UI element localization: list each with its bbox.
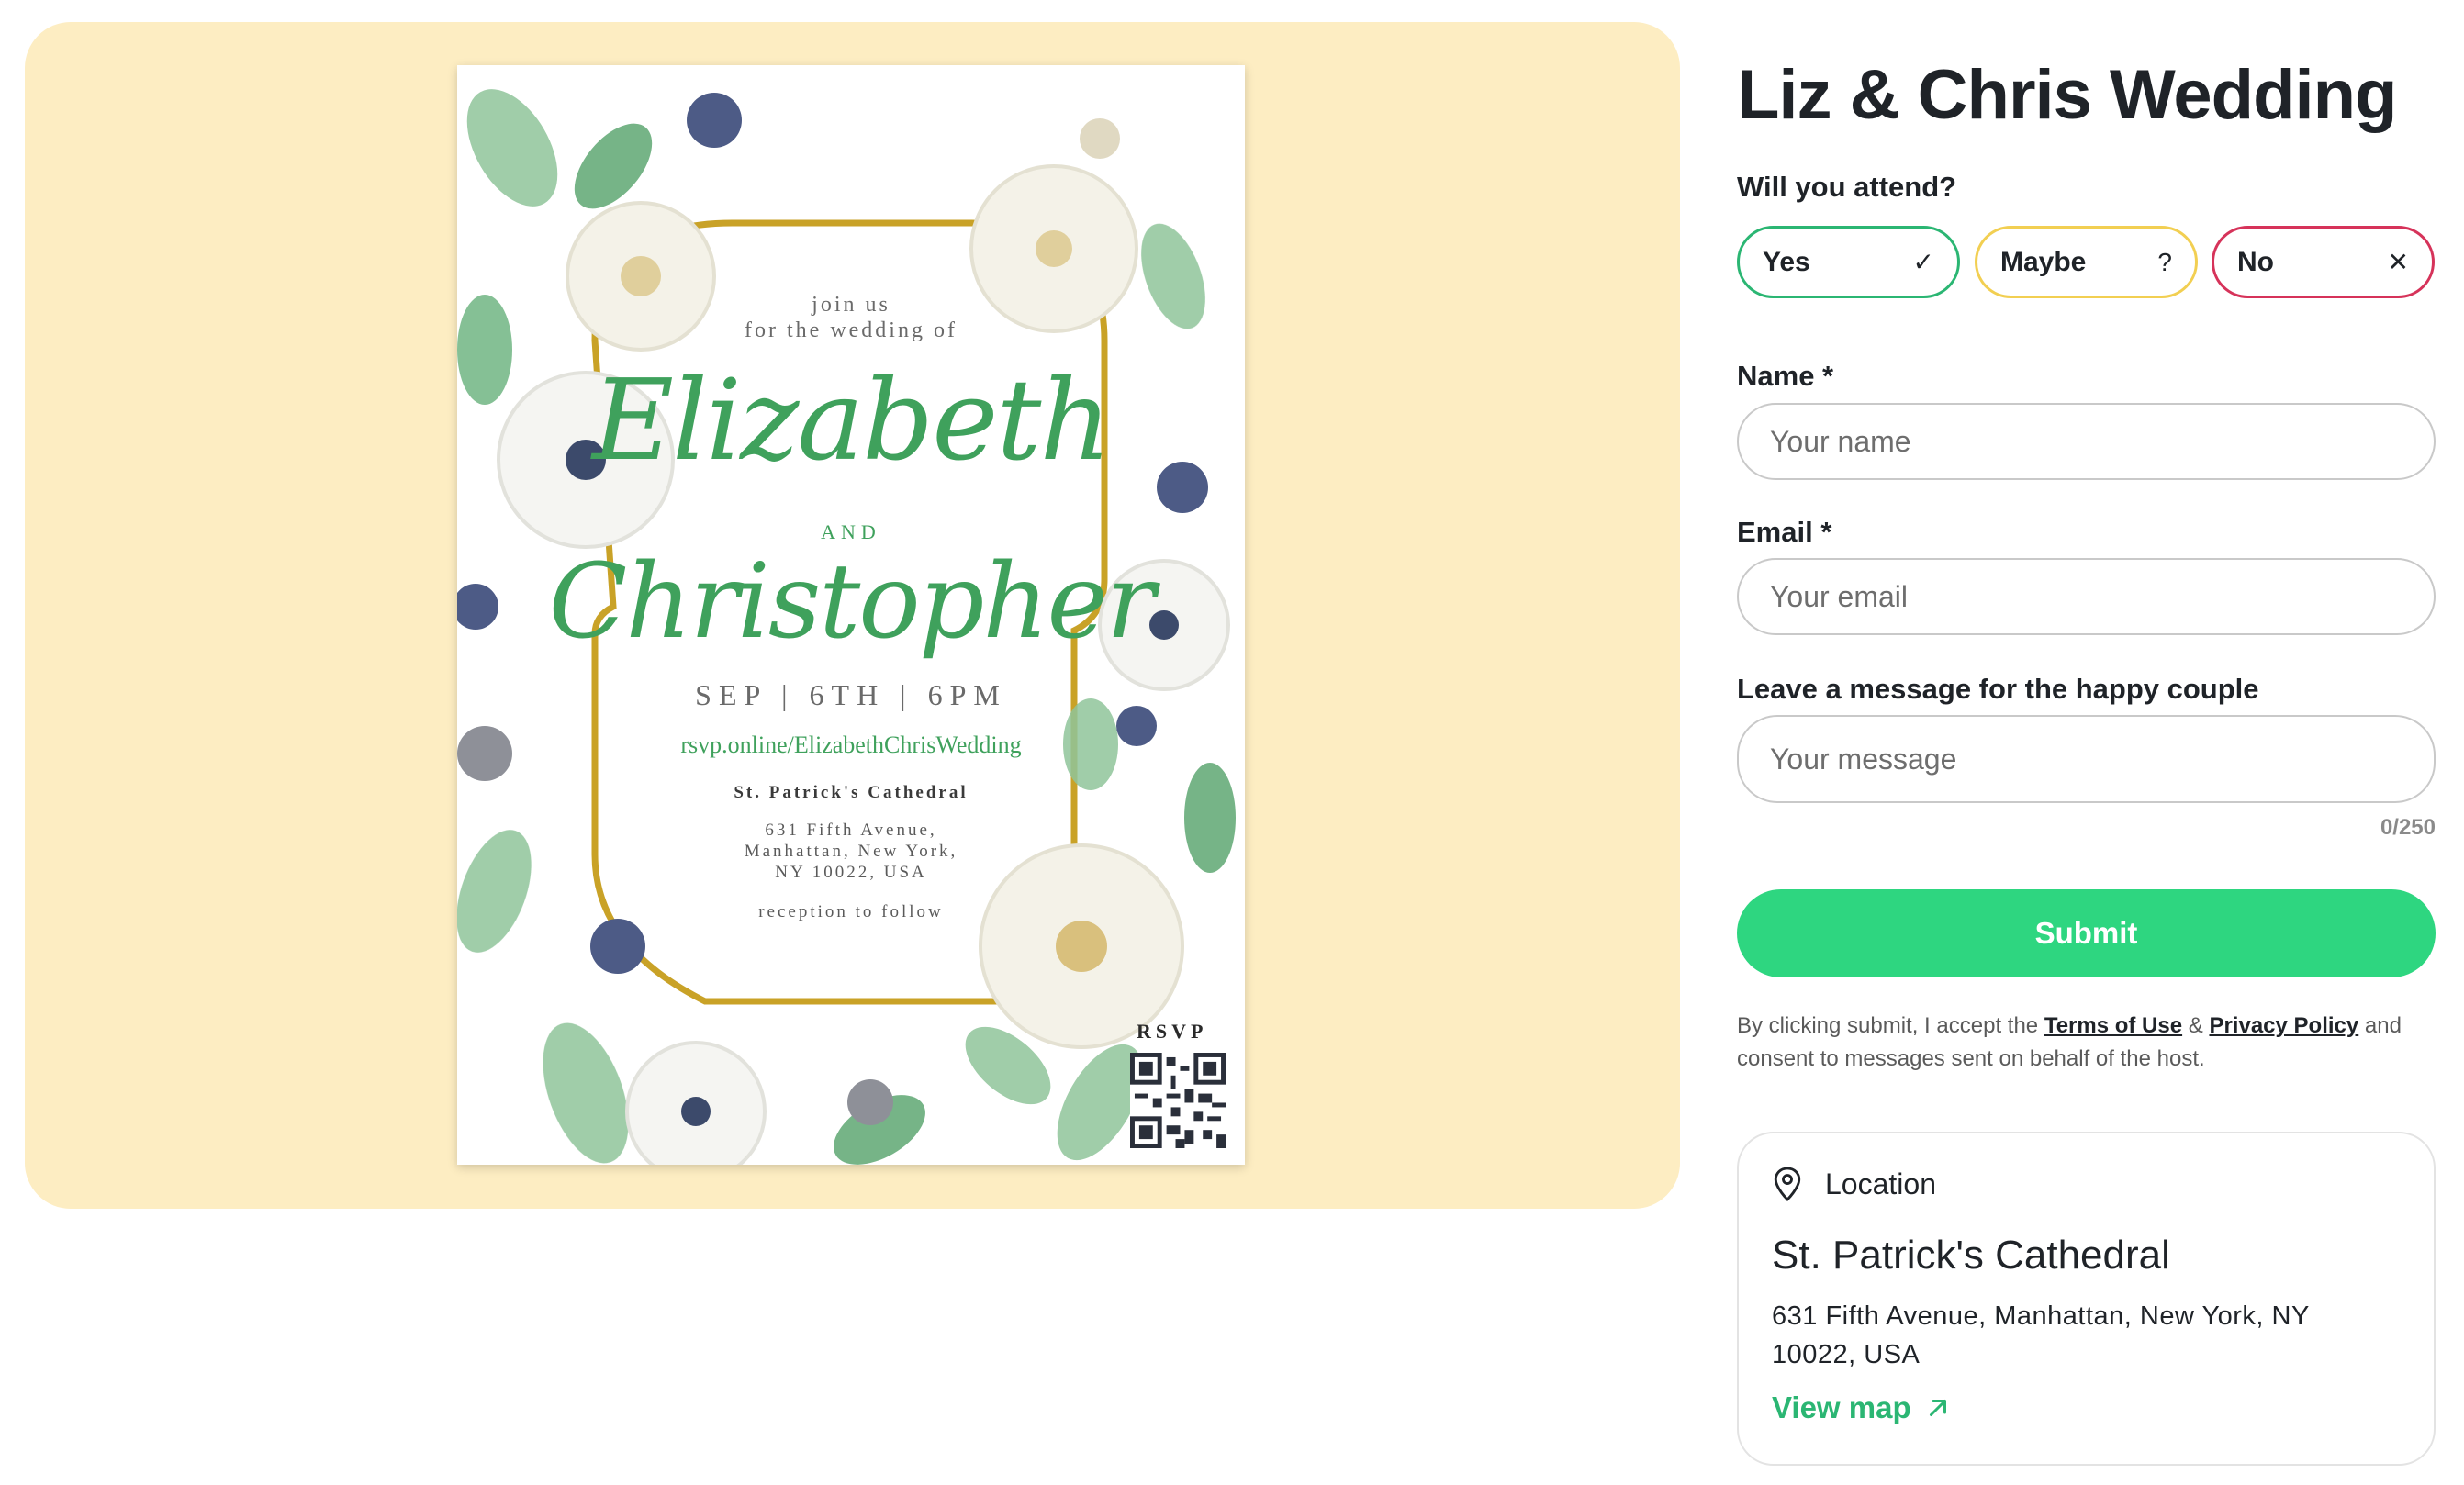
close-icon: ✕ bbox=[2387, 248, 2409, 276]
attend-yes-option[interactable]: Yes ✓ bbox=[1737, 226, 1960, 298]
location-card: Location St. Patrick's Cathedral 631 Fif… bbox=[1737, 1132, 2436, 1466]
arrow-up-right-icon bbox=[1929, 1400, 1946, 1416]
invite-venue: St. Patrick's Cathedral bbox=[734, 783, 969, 802]
event-title: Liz & Chris Wedding bbox=[1737, 56, 2397, 134]
message-input[interactable] bbox=[1737, 715, 2436, 803]
invitation-card: join us for the wedding of Elizabeth AND… bbox=[457, 65, 1245, 1165]
view-map-link[interactable]: View map bbox=[1772, 1390, 1952, 1425]
invite-address-line3: NY 10022, USA bbox=[775, 863, 927, 882]
privacy-policy-link[interactable]: Privacy Policy bbox=[2209, 1013, 2358, 1038]
attend-question-label: Will you attend? bbox=[1737, 171, 1957, 203]
message-char-counter: 0/250 bbox=[2380, 815, 2436, 840]
invite-rsvp-url: rsvp.online/ElizabethChrisWedding bbox=[680, 731, 1022, 758]
attend-maybe-option[interactable]: Maybe ? bbox=[1975, 226, 2198, 298]
attend-maybe-label: Maybe bbox=[2000, 246, 2087, 277]
invite-for-the-wedding: for the wedding of bbox=[745, 318, 958, 342]
attend-no-label: No bbox=[2237, 246, 2274, 277]
view-map-label: View map bbox=[1772, 1390, 1911, 1424]
name-input[interactable] bbox=[1737, 403, 2436, 480]
invite-rsvp-label: RSVP bbox=[1137, 1020, 1208, 1043]
location-address: 631 Fifth Avenue, Manhattan, New York, N… bbox=[1772, 1301, 2310, 1369]
legal-ampersand: & bbox=[2188, 1013, 2203, 1038]
invite-address-line1: 631 Fifth Avenue, bbox=[765, 821, 937, 840]
invite-and: AND bbox=[821, 520, 881, 543]
location-heading: Location bbox=[1825, 1167, 1936, 1200]
attend-yes-label: Yes bbox=[1763, 246, 1810, 277]
legal-notice: By clicking submit, I accept the Terms o… bbox=[1737, 1010, 2444, 1076]
invitation-preview-panel: join us for the wedding of Elizabeth AND… bbox=[25, 22, 1680, 1209]
question-icon: ? bbox=[2157, 247, 2172, 276]
invite-name-one: Elizabeth bbox=[591, 355, 1112, 486]
qr-code-icon bbox=[1130, 1053, 1226, 1148]
invite-reception: reception to follow bbox=[758, 902, 944, 921]
message-label: Leave a message for the happy couple bbox=[1737, 673, 2259, 705]
invite-address-line2: Manhattan, New York, bbox=[744, 842, 958, 861]
submit-button[interactable]: Submit bbox=[1737, 889, 2436, 977]
invite-address: 631 Fifth Avenue, Manhattan, New York, N… bbox=[457, 820, 1245, 883]
check-icon: ✓ bbox=[1912, 248, 1934, 276]
email-label: Email * bbox=[1737, 516, 1832, 548]
terms-of-use-link[interactable]: Terms of Use bbox=[2044, 1013, 2182, 1038]
legal-prefix: By clicking submit, I accept the bbox=[1737, 1013, 2039, 1038]
location-header: Location bbox=[1772, 1166, 1936, 1202]
location-name: St. Patrick's Cathedral bbox=[1772, 1233, 2170, 1278]
invite-join-us: join us bbox=[812, 293, 890, 317]
invite-date: SEP | 6TH | 6PM bbox=[695, 678, 1007, 711]
email-input[interactable] bbox=[1737, 558, 2436, 635]
name-label: Name * bbox=[1737, 360, 1834, 392]
map-pin-icon bbox=[1774, 1167, 1801, 1202]
attend-no-option[interactable]: No ✕ bbox=[2212, 226, 2435, 298]
invite-name-two: Christopher bbox=[548, 542, 1156, 662]
